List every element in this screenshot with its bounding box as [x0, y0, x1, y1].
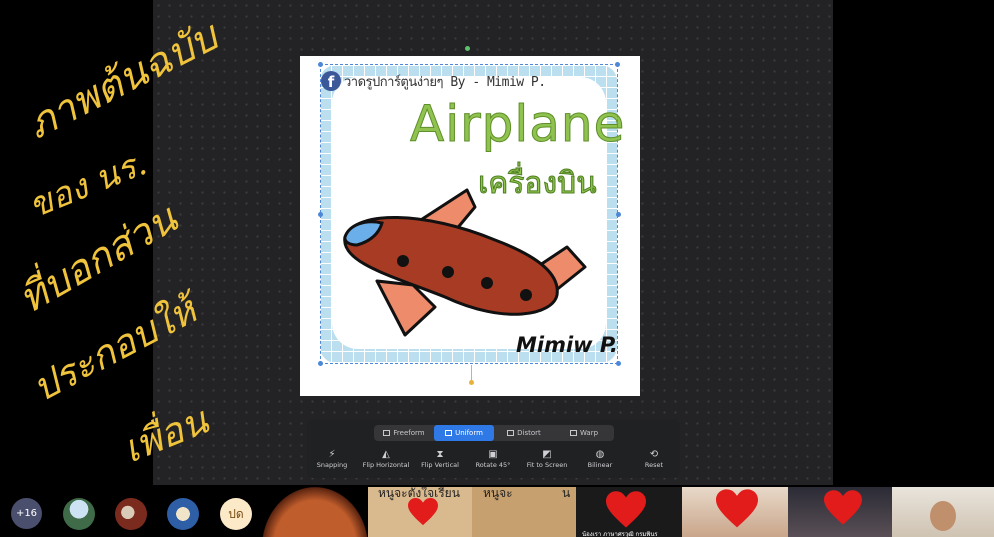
handwritten-annotation: ภาพต้นฉบับ ของ นร. ที่บอกส่วน ประกอบให้ … — [0, 0, 260, 485]
bilinear-button[interactable]: ◍ Bilinear — [570, 448, 630, 469]
participant-avatar[interactable] — [63, 498, 95, 530]
snapping-button[interactable]: ⚡ Snapping — [302, 448, 362, 469]
video-tile-student[interactable] — [788, 487, 892, 537]
tile-caption-2: หนูจะ — [483, 487, 513, 500]
rotate-handle-icon[interactable] — [465, 46, 470, 51]
more-participants-badge[interactable]: +16 — [11, 498, 42, 529]
fit-to-screen-button[interactable]: ◩ Fit to Screen — [517, 448, 577, 469]
heart-icon — [716, 489, 758, 528]
heart-icon — [408, 497, 438, 526]
flip-horizontal-button[interactable]: ◭ Flip Horizontal — [356, 448, 416, 469]
warp-icon — [569, 430, 577, 436]
flip-horizontal-icon: ◭ — [382, 449, 390, 460]
snapping-icon: ⚡ — [328, 449, 336, 460]
freeform-icon — [383, 430, 391, 436]
video-tile-student[interactable] — [682, 487, 788, 537]
flip-vertical-icon: ⧗ — [436, 449, 444, 460]
participant-face — [930, 501, 956, 531]
transform-handle-left[interactable] — [318, 212, 323, 217]
transform-handle-top-left[interactable] — [318, 62, 323, 67]
distort-icon — [507, 430, 515, 436]
reset-icon: ⟲ — [649, 449, 659, 460]
video-tile-meme[interactable]: หนูจะตั้งใจเรียน หนูจะ น — [368, 487, 576, 537]
transform-handle-right[interactable] — [616, 212, 621, 217]
heart-icon — [824, 490, 862, 525]
fit-to-screen-icon: ◩ — [542, 449, 552, 460]
uniform-icon — [445, 430, 453, 436]
mode-tab-warp[interactable]: Warp — [554, 425, 614, 441]
video-tile-student[interactable]: น้องเรา ภาษาศรวุฒิ กรมพินร — [576, 487, 682, 537]
participant-avatar[interactable] — [115, 498, 147, 530]
annotation-line-1: ภาพต้นฉบับ — [20, 13, 225, 149]
annotation-line-5: เพื่อน — [116, 398, 214, 472]
transform-selection-box[interactable] — [320, 64, 618, 364]
mode-tab-freeform[interactable]: Freeform — [374, 425, 434, 441]
heart-icon — [606, 491, 646, 528]
transform-handle-bottom-right[interactable] — [616, 361, 621, 366]
video-tile-student[interactable] — [892, 487, 994, 537]
video-tile-mars[interactable] — [262, 487, 368, 537]
tile-name-label: น้องเรา ภาษาศรวุฒิ กรมพินร — [582, 531, 658, 537]
transform-handle-bottom-left[interactable] — [318, 361, 323, 366]
mode-tab-uniform[interactable]: Uniform — [434, 425, 494, 441]
tile-caption-3: น — [562, 487, 571, 500]
transform-handle-top-right[interactable] — [615, 62, 620, 67]
reset-button[interactable]: ⟲ Reset — [624, 448, 684, 469]
mode-tab-distort[interactable]: Distort — [494, 425, 554, 441]
flip-vertical-button[interactable]: ⧗ Flip Vertical — [410, 448, 470, 469]
rotate-icon: ▣ — [488, 449, 498, 460]
rotate-45-button[interactable]: ▣ Rotate 45° — [463, 448, 523, 469]
anchor-line — [471, 365, 472, 381]
participant-avatar[interactable] — [167, 498, 199, 530]
participant-avatar-initials[interactable]: ปด — [220, 498, 252, 530]
bilinear-icon: ◍ — [595, 449, 605, 460]
transform-mode-tabs: Freeform Uniform Distort Warp — [374, 425, 614, 441]
